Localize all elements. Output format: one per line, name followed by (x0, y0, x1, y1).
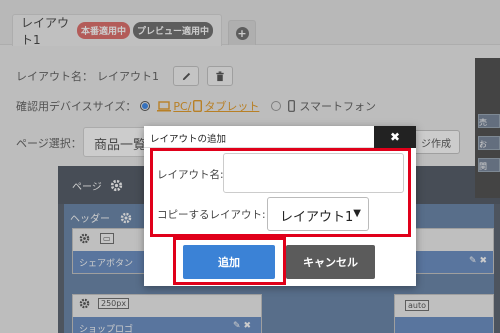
chevron-down-icon: ▼ (353, 208, 361, 219)
add-button[interactable]: 追加 (183, 245, 275, 279)
copy-layout-field-label: コピーするレイアウト: (157, 209, 266, 221)
layout-name-input[interactable] (223, 153, 404, 193)
modal-title: レイアウトの追加 (150, 134, 227, 145)
layout-name-field-label: レイアウト名: (157, 169, 224, 181)
copy-layout-selected: レイアウト1 (280, 210, 354, 225)
close-icon[interactable]: ✖ (374, 126, 416, 148)
copy-layout-select[interactable]: レイアウト1 ▼ (267, 197, 369, 231)
cancel-button[interactable]: キャンセル (286, 245, 375, 279)
modal-header: レイアウトの追加 ✖ (144, 126, 416, 148)
